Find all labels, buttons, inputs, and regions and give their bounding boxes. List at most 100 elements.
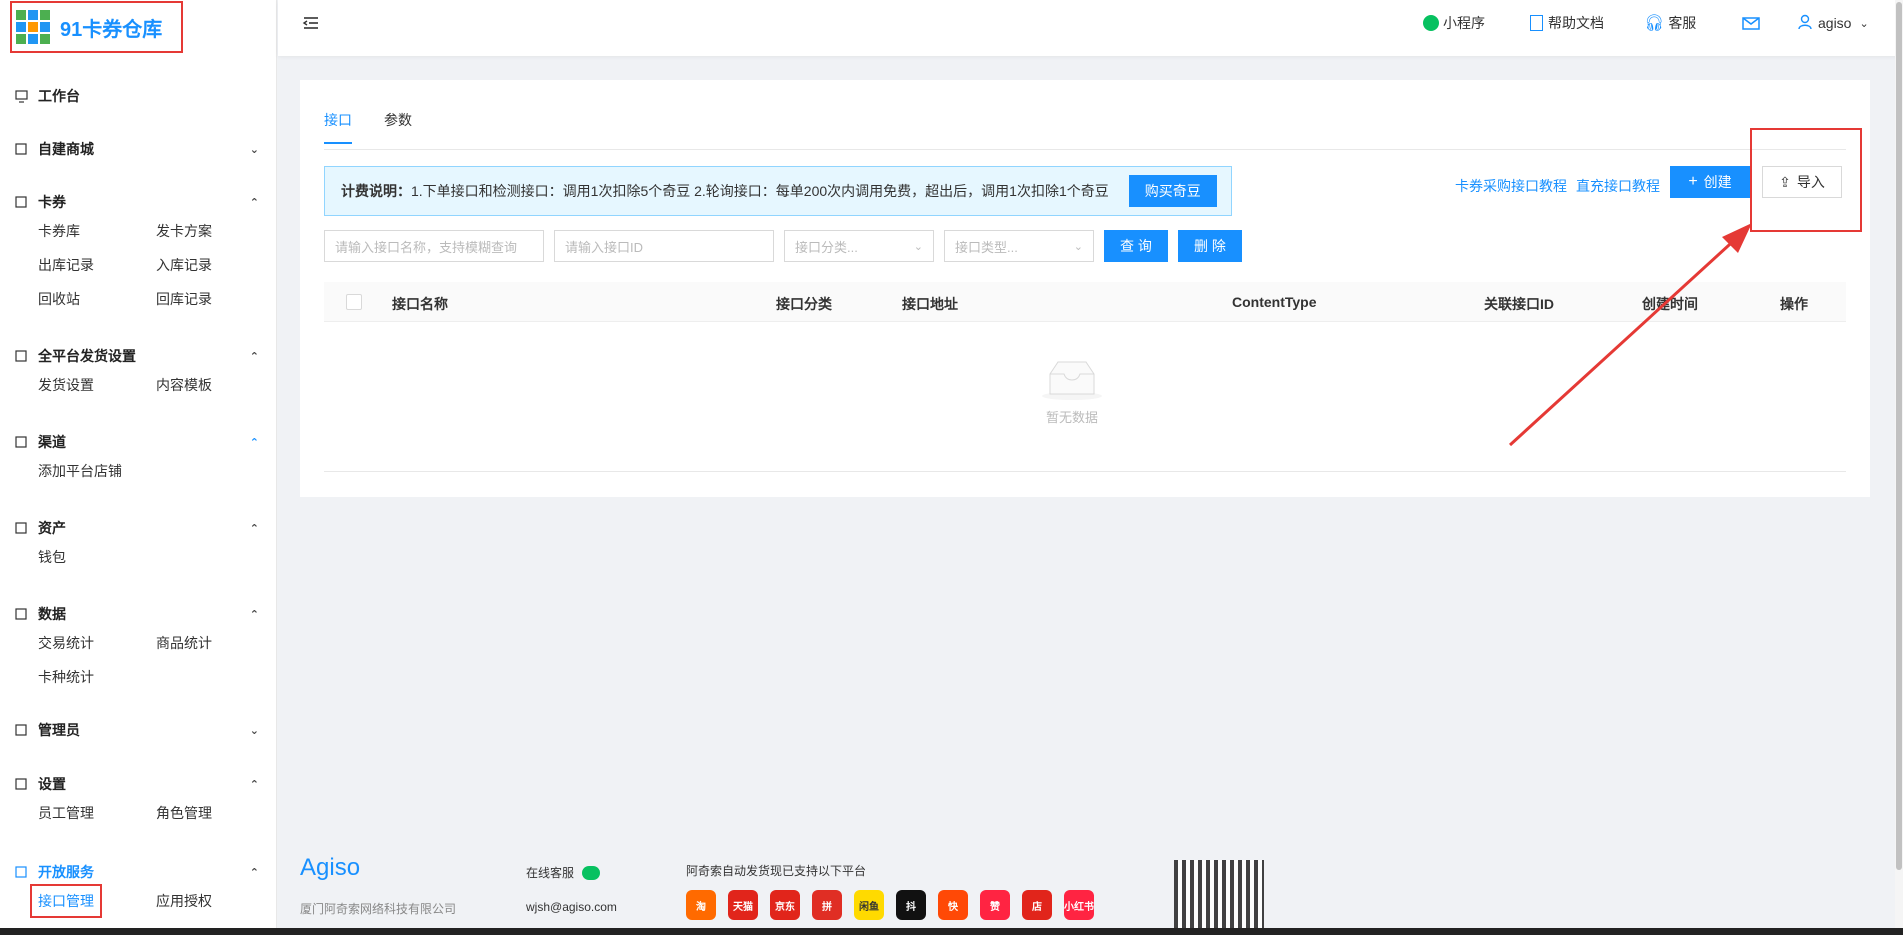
notice-label: 计费说明：: [341, 183, 411, 199]
interface-name-search-input[interactable]: 请输入接口名称，支持模糊查询: [324, 230, 544, 262]
sidebar-group-title[interactable]: 自建商城 ⌄: [0, 137, 277, 161]
column-header[interactable]: 接口名称: [392, 294, 448, 314]
platform-icon: 快: [938, 890, 968, 920]
sidebar-submenu: 交易统计 商品统计 卡种统计: [0, 626, 277, 694]
interface-category-select[interactable]: 接口分类... ⌄: [784, 230, 934, 262]
header-customer-service[interactable]: 🎧︎ 客服: [1644, 0, 1696, 46]
bag-icon: [14, 435, 28, 449]
sidebar-group-title[interactable]: 渠道 ⌃: [0, 430, 277, 454]
platform-icon: 小红书: [1064, 890, 1094, 920]
sidebar-item[interactable]: 入库记录: [156, 248, 274, 282]
column-header[interactable]: 操作: [1780, 294, 1808, 314]
select-all-checkbox[interactable]: [346, 294, 362, 310]
chevron-icon: ⌃: [249, 436, 259, 449]
card-purchase-tutorial-link[interactable]: 卡券采购接口教程: [1455, 176, 1567, 196]
mail-icon[interactable]: [1742, 0, 1760, 46]
footer: Agiso 厦门阿奇索网络科技有限公司 在线客服 wjsh@agiso.com …: [300, 850, 1870, 935]
delete-button[interactable]: 删 除: [1178, 230, 1242, 262]
chevron-icon: ⌄: [249, 143, 259, 156]
buy-beans-button[interactable]: 购买奇豆: [1128, 175, 1217, 207]
grid-icon: [14, 349, 28, 363]
create-button[interactable]: + 创建: [1670, 166, 1750, 198]
sidebar-group-3: 渠道 ⌃ 添加平台店铺: [0, 430, 277, 488]
sidebar-submenu: 员工管理 角色管理: [0, 796, 277, 830]
tab-interface[interactable]: 接口: [324, 110, 352, 144]
query-button[interactable]: 查 询: [1104, 230, 1168, 262]
sidebar-item[interactable]: 发卡方案: [156, 214, 274, 248]
sidebar-submenu: 钱包: [0, 540, 277, 574]
chevron-icon: ⌃: [249, 196, 259, 209]
chevron-down-icon: ⌄: [913, 240, 923, 253]
sidebar-item[interactable]: 应用授权: [156, 884, 274, 918]
page-scrollbar[interactable]: [1895, 0, 1903, 935]
user-menu[interactable]: agiso ⌄: [1798, 0, 1869, 46]
scrollbar-thumb[interactable]: [1896, 2, 1902, 870]
empty-state: 暂无数据: [1040, 358, 1104, 426]
footer-online-service[interactable]: 在线客服: [526, 864, 601, 881]
shop-icon: [14, 142, 28, 156]
sidebar-group-title[interactable]: 数据 ⌃: [0, 602, 277, 626]
footer-company: 厦门阿奇索网络科技有限公司: [300, 902, 457, 916]
sidebar-group-label: 管理员: [38, 722, 80, 738]
sidebar-item[interactable]: 出库记录: [38, 248, 156, 282]
direct-charge-tutorial-link[interactable]: 直充接口教程: [1576, 176, 1660, 196]
sidebar-item[interactable]: 内容模板: [156, 368, 274, 402]
sidebar-submenu: 接口管理 应用授权: [0, 884, 277, 918]
sidebar-item[interactable]: 卡种统计: [38, 660, 156, 694]
footer-platforms-title: 阿奇索自动发货现已支持以下平台: [686, 864, 867, 878]
column-header[interactable]: 接口分类: [776, 294, 832, 314]
sidebar-group-4: 资产 ⌃ 钱包: [0, 516, 277, 574]
billing-notice: 计费说明： 1.下单接口和检测接口：调用1次扣除5个奇豆 2.轮询接口：每单20…: [324, 166, 1232, 216]
wechat-icon: [582, 865, 601, 880]
sidebar-item[interactable]: 回收站: [38, 282, 156, 316]
sidebar-item[interactable]: 发货设置: [38, 368, 156, 402]
sidebar-item[interactable]: 添加平台店铺: [38, 454, 156, 488]
tab-params[interactable]: 参数: [384, 110, 412, 144]
mini-program-icon: [1423, 15, 1439, 31]
sidebar-item[interactable]: 回库记录: [156, 282, 274, 316]
notice-text: 1.下单接口和检测接口：调用1次扣除5个奇豆 2.轮询接口：每单200次内调用免…: [411, 183, 1109, 199]
sidebar-item[interactable]: 卡券库: [38, 214, 156, 248]
sidebar-item[interactable]: 商品统计: [156, 626, 274, 660]
interface-type-select[interactable]: 接口类型... ⌄: [944, 230, 1094, 262]
top-header: 小程序 帮助文档 🎧︎ 客服 agiso ⌄: [278, 0, 1903, 56]
platform-icon: 淘: [686, 890, 716, 920]
taskbar-strip: [0, 928, 1903, 935]
sidebar-group-title[interactable]: 资产 ⌃: [0, 516, 277, 540]
pie-chart-icon: [14, 607, 28, 621]
sidebar-group-label: 设置: [38, 776, 66, 792]
interface-id-input[interactable]: 请输入接口ID: [554, 230, 774, 262]
sidebar-item[interactable]: 接口管理: [30, 884, 102, 918]
logo[interactable]: 91卡券仓库: [10, 1, 183, 53]
sidebar-group-title[interactable]: 开放服务 ⌃: [0, 860, 277, 884]
column-header[interactable]: 接口地址: [902, 294, 958, 314]
collapse-menu-icon[interactable]: [302, 0, 320, 46]
empty-text: 暂无数据: [1045, 410, 1098, 425]
sidebar-item[interactable]: 员工管理: [38, 796, 156, 830]
sidebar-group-title[interactable]: 卡券 ⌃: [0, 190, 277, 214]
platform-icon: 赞: [980, 890, 1010, 920]
sidebar-item-workbench[interactable]: 工作台: [0, 84, 277, 108]
chevron-icon: ⌃: [249, 522, 259, 535]
platform-icon: 拼: [812, 890, 842, 920]
sidebar-item-label: 工作台: [38, 88, 80, 104]
sidebar-group-label: 渠道: [38, 434, 66, 450]
platform-icon: 京东: [770, 890, 800, 920]
sidebar-item[interactable]: 钱包: [38, 540, 156, 574]
column-header[interactable]: ContentType: [1232, 294, 1317, 310]
sidebar-group-title[interactable]: 设置 ⌃: [0, 772, 277, 796]
sidebar-item[interactable]: 角色管理: [156, 796, 274, 830]
sidebar-item[interactable]: 交易统计: [38, 626, 156, 660]
headset-icon: 🎧︎: [1644, 15, 1665, 32]
header-help-docs[interactable]: 帮助文档: [1530, 0, 1604, 46]
footer-email[interactable]: wjsh@agiso.com: [526, 900, 617, 914]
footer-brand: Agiso: [300, 854, 361, 881]
sidebar-group-title[interactable]: 全平台发货设置 ⌃: [0, 344, 277, 368]
sidebar-group-label: 资产: [38, 520, 66, 536]
yen-icon: [14, 521, 28, 535]
sidebar-group-title[interactable]: 管理员 ⌄: [0, 718, 277, 742]
sidebar-group-5: 数据 ⌃ 交易统计 商品统计 卡种统计: [0, 602, 277, 694]
chevron-down-icon: ⌄: [1859, 17, 1869, 30]
qr-code-image: [1174, 860, 1264, 935]
header-mini-program[interactable]: 小程序: [1423, 0, 1485, 46]
